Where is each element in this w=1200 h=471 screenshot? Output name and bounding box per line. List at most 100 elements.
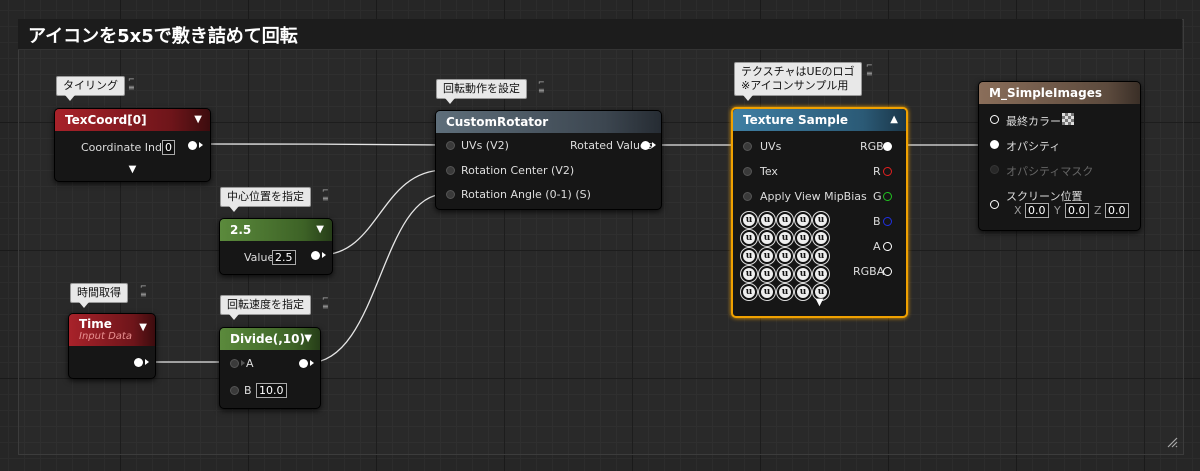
chevron-down-icon[interactable]: ▼ <box>194 109 202 131</box>
opacity-label: オパシティ <box>1006 140 1061 153</box>
node-header[interactable]: Texture Sample ▲ <box>733 109 906 131</box>
output-pin[interactable] <box>134 358 143 367</box>
unreal-logo-icon: u <box>776 229 794 247</box>
unreal-logo-icon: u <box>758 211 776 229</box>
wires <box>142 143 992 364</box>
comment-bubble-constant: 中心位置を指定 <box>220 187 311 212</box>
pin-arrow-icon <box>310 360 314 366</box>
unreal-logo-icon: u <box>758 247 776 265</box>
unreal-logo-icon: u <box>812 211 830 229</box>
bubble-text-line1: テクスチャはUEのロゴ <box>741 65 855 78</box>
output-pin-rgb[interactable] <box>883 142 892 151</box>
b-value-field[interactable]: 10.0 <box>256 383 287 398</box>
output-pin[interactable] <box>641 141 650 150</box>
input-label-uvs: UVs (V2) <box>461 139 509 152</box>
value-label: Value <box>244 251 275 264</box>
texture-sample-node[interactable]: Texture Sample ▲ UVs Tex Apply View MipB… <box>731 107 908 318</box>
pin-icon[interactable]: ⌐ ≡ <box>128 76 135 92</box>
output-pin-rgba[interactable] <box>883 267 892 276</box>
material-result-node[interactable]: M_SimpleImages 最終カラー オパシティ オパシティマスク スクリー… <box>978 81 1141 231</box>
input-pin-base-color[interactable] <box>990 115 999 124</box>
node-header[interactable]: Divide(,10) ▼ <box>220 328 320 350</box>
unreal-logo-icon: u <box>740 283 758 301</box>
node-header[interactable]: TexCoord[0] ▼ <box>55 109 210 131</box>
z-label: Z <box>1094 204 1102 217</box>
value-field[interactable]: 2.5 <box>272 250 296 265</box>
unreal-logo-icon: u <box>740 229 758 247</box>
wire-constant-to-center <box>319 169 446 256</box>
output-pin-b[interactable] <box>883 217 892 226</box>
pin-icon[interactable]: ⌐ ≡ <box>866 62 873 78</box>
y-value-field[interactable]: 0.0 <box>1065 203 1089 218</box>
input-pin-mipbias[interactable] <box>743 192 752 201</box>
pin-icon[interactable]: ⌐ ≡ <box>322 187 329 203</box>
coordinate-index-label: Coordinate Index <box>81 141 176 154</box>
unreal-logo-icon: u <box>794 211 812 229</box>
chevron-down-icon[interactable]: ▼ <box>129 164 137 175</box>
pin-icon[interactable]: ⌐ ≡ <box>322 295 329 311</box>
output-label-rgb: RGB <box>860 140 884 153</box>
resize-grip-icon[interactable] <box>1166 436 1178 448</box>
bubble-text: 時間取得 <box>77 286 121 299</box>
output-label-rgba: RGBA <box>853 265 885 278</box>
input-pin-uvs[interactable] <box>743 142 752 151</box>
node-header[interactable]: M_SimpleImages <box>979 82 1140 104</box>
input-pin-opacity-mask[interactable] <box>990 165 999 174</box>
pin-icon[interactable]: ⌐ ≡ <box>140 283 147 299</box>
output-pin-a[interactable] <box>883 242 892 251</box>
input-pin-opacity[interactable] <box>990 140 999 149</box>
input-pin-screen-position[interactable] <box>990 200 999 209</box>
input-pin-a[interactable] <box>230 359 239 368</box>
output-label-g: G <box>873 190 882 203</box>
chevron-down-icon[interactable]: ▼ <box>316 219 324 241</box>
bubble-text: タイリング <box>63 79 118 92</box>
coordinate-index-field[interactable]: 0 <box>162 140 175 155</box>
output-label-r: R <box>873 165 881 178</box>
unreal-logo-icon: u <box>794 265 812 283</box>
output-pin-g[interactable] <box>883 192 892 201</box>
output-pin-r[interactable] <box>883 167 892 176</box>
unreal-logo-icon: u <box>794 229 812 247</box>
unreal-logo-icon: u <box>776 211 794 229</box>
chevron-up-icon[interactable]: ▲ <box>890 109 898 131</box>
chevron-down-icon[interactable]: ▼ <box>139 322 147 333</box>
input-pin-center[interactable] <box>446 166 455 175</box>
node-title: CustomRotator <box>446 115 549 129</box>
x-value-field[interactable]: 0.0 <box>1025 203 1049 218</box>
input-pin-angle[interactable] <box>446 190 455 199</box>
unreal-logo-icon: u <box>740 265 758 283</box>
node-header[interactable]: 2.5 ▼ <box>220 219 332 241</box>
unreal-logo-icon: u <box>794 247 812 265</box>
pin-arrow-icon <box>241 360 245 366</box>
pin-icon[interactable]: ⌐ ≡ <box>538 79 545 95</box>
input-pin-tex[interactable] <box>743 167 752 176</box>
base-color-label: 最終カラー <box>1006 115 1061 128</box>
pin-arrow-icon <box>145 359 149 365</box>
divide-node[interactable]: Divide(,10) ▼ A B 10.0 <box>219 327 321 409</box>
chevron-down-icon[interactable]: ▼ <box>304 328 312 350</box>
pin-arrow-icon <box>322 252 326 258</box>
node-header[interactable]: Time Input Data ▼ <box>69 314 155 346</box>
node-title: 2.5 <box>230 223 252 237</box>
comment-bubble-texture: テクスチャはUEのロゴ ※アイコンサンプル用 <box>734 62 862 101</box>
x-label: X <box>1014 204 1022 217</box>
input-pin-b[interactable] <box>230 386 239 395</box>
texture-preview: uuuuuuuuuuuuuuuuuuuuuuuuu <box>740 211 830 301</box>
time-node[interactable]: Time Input Data ▼ <box>68 313 156 379</box>
opacity-mask-label: オパシティマスク <box>1006 165 1094 178</box>
node-header[interactable]: CustomRotator <box>436 111 661 133</box>
unreal-logo-icon: u <box>794 283 812 301</box>
chevron-down-icon[interactable]: ▼ <box>816 297 824 308</box>
comment-bubble-texcoord: タイリング <box>56 76 125 101</box>
output-pin[interactable] <box>188 141 197 150</box>
output-label-a: A <box>873 240 881 253</box>
node-title: Divide(,10) <box>230 332 305 346</box>
constant-node[interactable]: 2.5 ▼ Value 2.5 <box>219 218 333 275</box>
output-pin[interactable] <box>299 359 308 368</box>
texcoord-node[interactable]: TexCoord[0] ▼ Coordinate Index 0 ▼ <box>54 108 211 182</box>
input-pin-uvs[interactable] <box>446 141 455 150</box>
custom-rotator-node[interactable]: CustomRotator UVs (V2) Rotated Values Ro… <box>435 110 662 210</box>
output-pin[interactable] <box>311 251 320 260</box>
z-value-field[interactable]: 0.0 <box>1105 203 1129 218</box>
input-label-tex: Tex <box>760 165 778 178</box>
